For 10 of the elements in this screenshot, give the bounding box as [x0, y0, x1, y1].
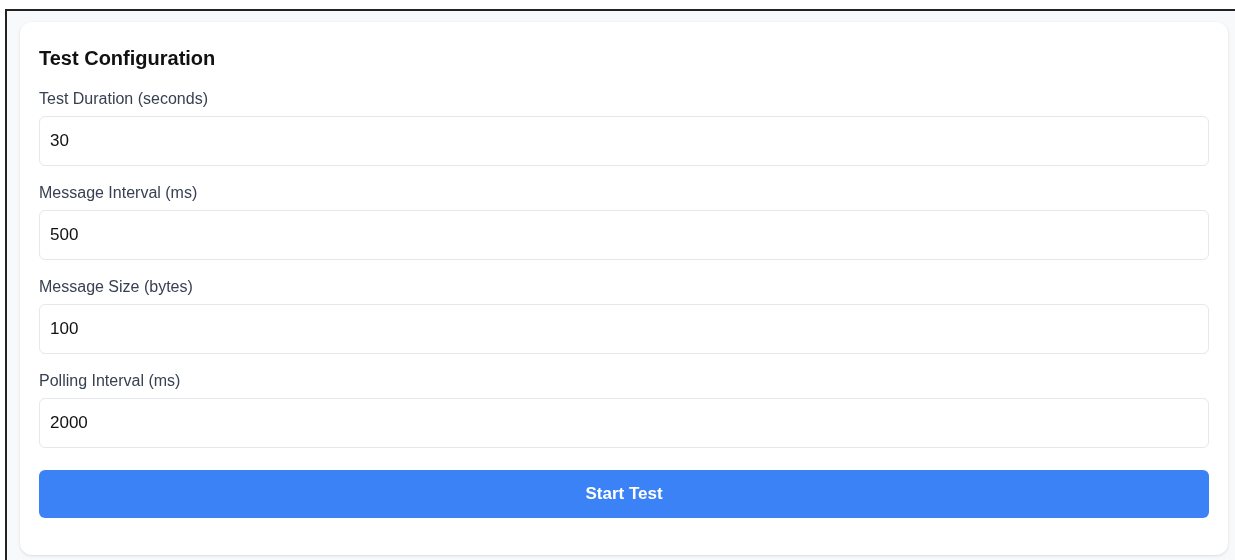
- field-label: Test Duration (seconds): [39, 89, 209, 109]
- input-field[interactable]: 100: [39, 304, 1209, 354]
- field-label: Message Interval (ms): [39, 183, 199, 203]
- input-field[interactable]: 2000: [39, 398, 1209, 448]
- input-field[interactable]: 500: [39, 210, 1209, 260]
- section-title: Test Configuration: [39, 46, 217, 71]
- input-field[interactable]: 30: [39, 116, 1209, 166]
- field-label: Polling Interval (ms): [39, 371, 182, 391]
- start-test-button[interactable]: Start Test: [39, 470, 1209, 518]
- field-label: Message Size (bytes): [39, 277, 194, 297]
